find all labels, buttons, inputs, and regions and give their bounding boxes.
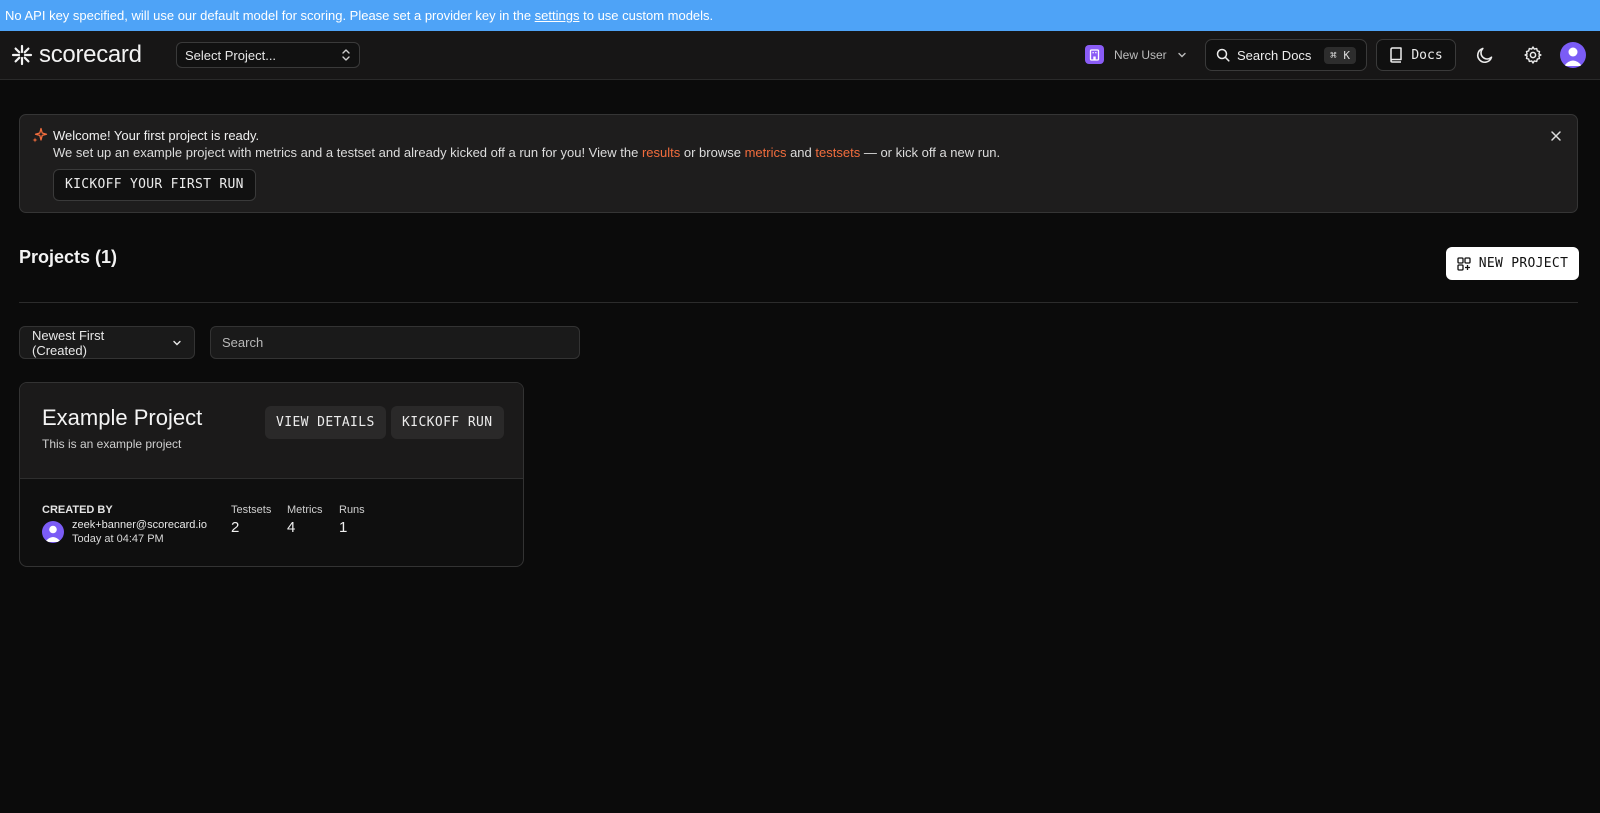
created-by-label: CREATED BY — [42, 504, 113, 516]
project-card-header: Example Project This is an example proje… — [20, 383, 523, 479]
search-icon — [1216, 48, 1230, 62]
scorecard-logo-icon — [11, 44, 33, 66]
chevrons-up-down-icon — [342, 49, 350, 61]
grid-plus-icon — [1457, 256, 1471, 271]
welcome-description: We set up an example project with metric… — [53, 145, 1000, 160]
sort-select[interactable]: Newest First (Created) — [19, 326, 195, 359]
divider — [19, 302, 1578, 303]
testsets-count: 2 — [231, 519, 240, 536]
user-menu[interactable]: New User — [1085, 45, 1187, 64]
welcome-desc-part: We set up an example project with metric… — [53, 145, 639, 160]
avatar-icon — [1564, 47, 1582, 66]
new-project-label: NEW PROJECT — [1478, 256, 1569, 271]
user-avatar[interactable] — [1560, 42, 1586, 68]
book-icon — [1390, 47, 1403, 63]
project-description: This is an example project — [42, 437, 182, 451]
notice-text: No API key specified, will use our defau… — [5, 8, 532, 23]
runs-label: Runs — [339, 504, 365, 516]
api-key-notice: No API key specified, will use our defau… — [0, 0, 1600, 31]
search-docs-label: Search Docs — [1237, 47, 1312, 63]
gear-icon — [1524, 46, 1542, 64]
close-icon[interactable] — [1549, 129, 1563, 143]
testsets-label: Testsets — [231, 504, 272, 516]
docs-label: Docs — [1411, 47, 1443, 63]
moon-icon — [1477, 47, 1493, 63]
kickoff-run-button[interactable]: KICKOFF RUN — [391, 406, 504, 439]
chevron-down-icon — [1177, 52, 1186, 57]
user-name: New User — [1114, 47, 1167, 62]
theme-toggle[interactable] — [1474, 44, 1496, 66]
view-details-button[interactable]: VIEW DETAILS — [265, 406, 386, 439]
settings-button[interactable] — [1522, 44, 1544, 66]
created-time: Today at 04:47 PM — [72, 533, 164, 545]
search-shortcut: ⌘ K — [1324, 46, 1356, 64]
org-icon — [1085, 45, 1104, 64]
metrics-link[interactable]: metrics — [745, 145, 787, 160]
welcome-banner: Welcome! Your first project is ready. We… — [19, 114, 1578, 213]
welcome-desc-part: — or kick off a new run. — [863, 145, 1001, 160]
project-title[interactable]: Example Project — [42, 405, 202, 431]
sparkle-icon — [32, 127, 48, 143]
settings-link[interactable]: settings — [535, 8, 580, 23]
kickoff-first-run-button[interactable]: KICKOFF YOUR FIRST RUN — [53, 169, 256, 201]
metrics-count: 4 — [287, 519, 296, 536]
page-title: Projects (1) — [19, 247, 118, 267]
docs-button[interactable]: Docs — [1376, 39, 1456, 71]
welcome-title: Welcome! Your first project is ready. — [53, 128, 260, 143]
creator-email: zeek+banner@scorecard.io — [72, 519, 207, 531]
runs-count: 1 — [339, 519, 348, 536]
avatar-icon — [45, 525, 61, 542]
search-input[interactable] — [210, 326, 580, 359]
logo[interactable]: scorecard — [11, 42, 142, 68]
logo-text: scorecard — [39, 41, 142, 68]
creator-avatar — [42, 521, 64, 543]
new-project-button[interactable]: NEW PROJECT — [1446, 247, 1579, 280]
project-card: Example Project This is an example proje… — [19, 382, 524, 567]
testsets-link[interactable]: testsets — [815, 145, 860, 160]
project-select[interactable]: Select Project... — [176, 42, 360, 68]
metrics-label: Metrics — [287, 504, 323, 516]
results-link[interactable]: results — [642, 145, 680, 160]
top-header: scorecard Select Project... New User Sea… — [0, 31, 1600, 80]
welcome-desc-part: or browse — [683, 145, 741, 160]
project-select-value: Select Project... — [185, 47, 277, 63]
sort-value: Newest First (Created) — [32, 327, 105, 358]
notice-text-end: to use custom models. — [583, 8, 714, 23]
chevron-down-icon — [173, 340, 181, 345]
welcome-desc-part: and — [790, 145, 812, 160]
search-docs-button[interactable]: Search Docs ⌘ K — [1205, 39, 1367, 71]
